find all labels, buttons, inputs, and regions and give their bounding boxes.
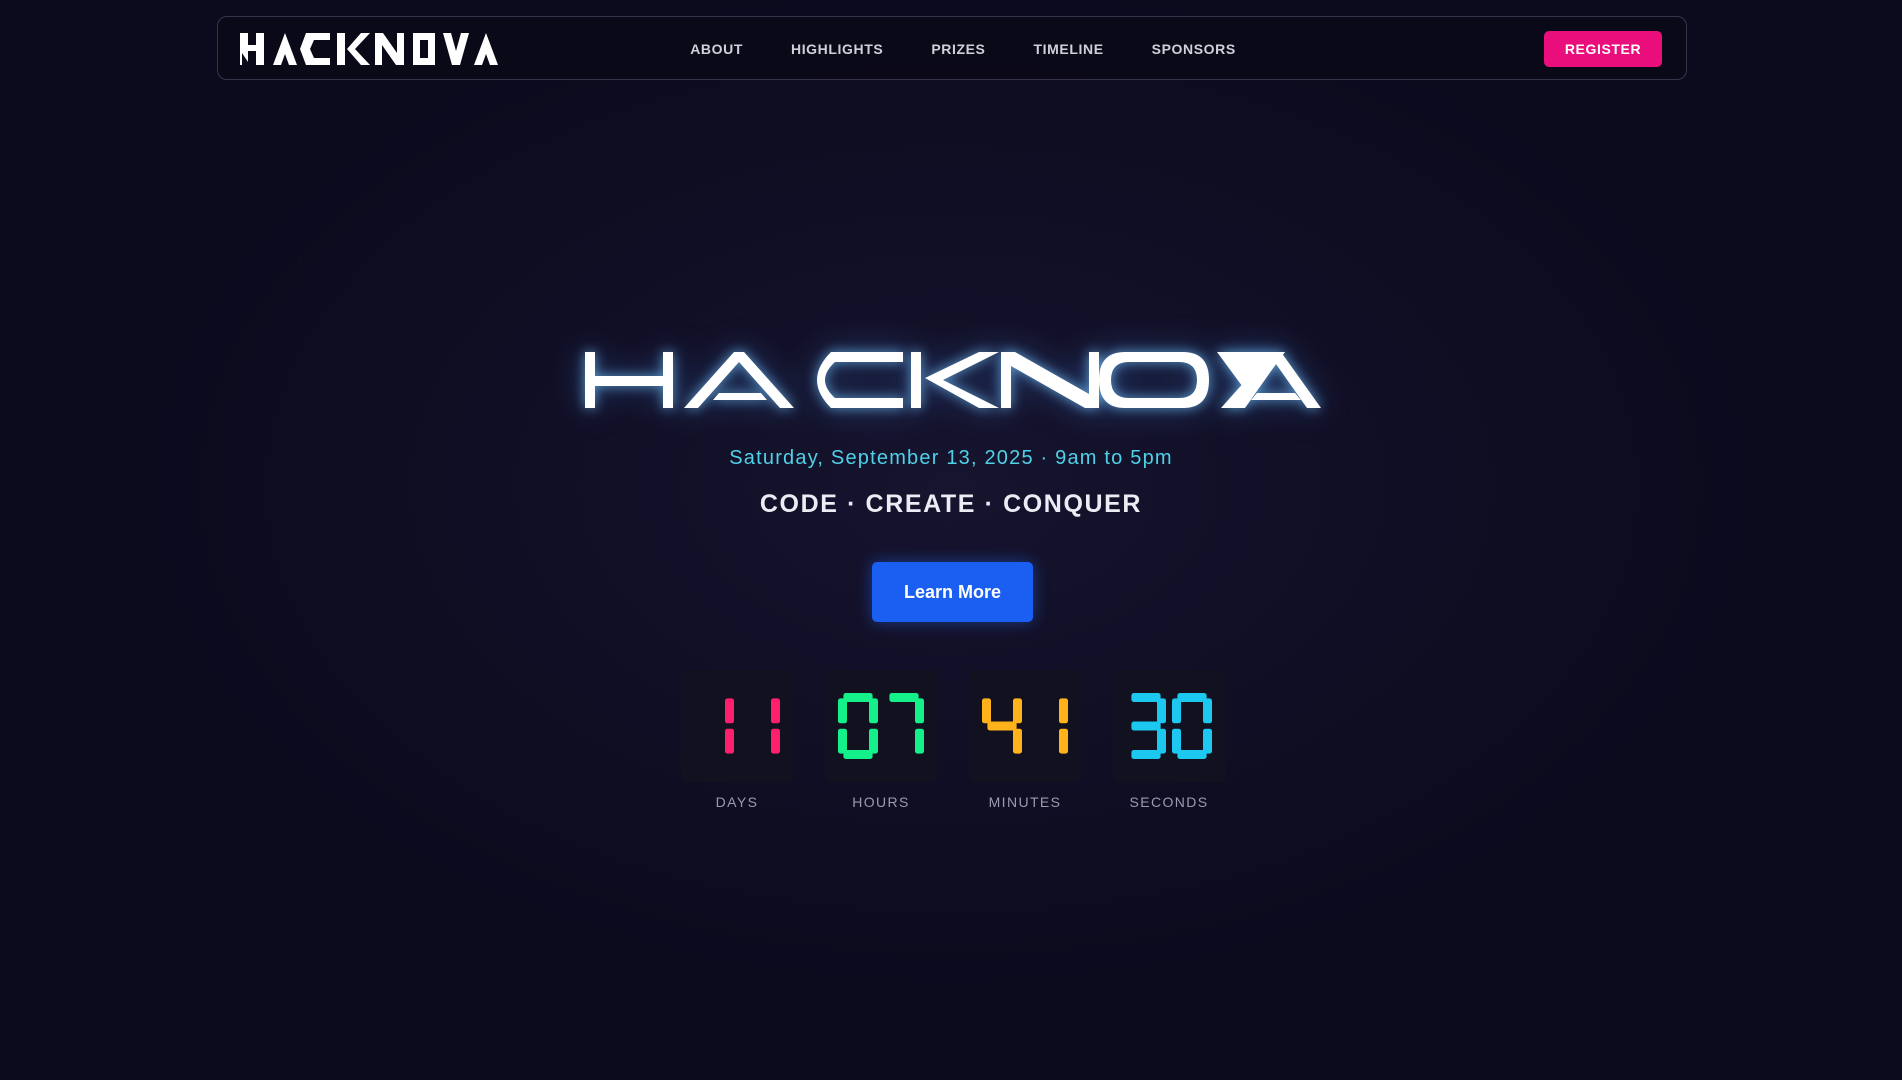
digit-segment bbox=[725, 728, 734, 754]
countdown-hours: HOURS bbox=[824, 670, 938, 810]
digit-segment bbox=[1059, 698, 1068, 724]
countdown-digit bbox=[771, 698, 780, 754]
countdown-seconds-label: SECONDS bbox=[1129, 794, 1209, 810]
digit-segment bbox=[1203, 728, 1212, 754]
digit-segment bbox=[1131, 750, 1161, 759]
countdown-hours-digits bbox=[838, 693, 924, 759]
digit-segment bbox=[1013, 728, 1022, 754]
digit-segment bbox=[1172, 728, 1181, 754]
digit-segment bbox=[889, 693, 919, 702]
countdown-days-value-box bbox=[681, 670, 793, 782]
digit-segment bbox=[982, 698, 991, 724]
countdown-hours-label: HOURS bbox=[852, 794, 910, 810]
nav-link-prizes[interactable]: PRIZES bbox=[931, 41, 985, 57]
countdown-minutes-label: MINUTES bbox=[988, 794, 1062, 810]
digit-segment bbox=[838, 728, 847, 754]
digit-segment bbox=[869, 698, 878, 724]
countdown-digit bbox=[1059, 698, 1068, 754]
countdown-digit bbox=[889, 693, 924, 754]
digit-segment bbox=[1131, 721, 1161, 731]
nav-link-sponsors[interactable]: SPONSORS bbox=[1152, 41, 1236, 57]
digit-segment bbox=[725, 698, 734, 724]
countdown-digit bbox=[982, 698, 1022, 754]
hacknova-logo[interactable] bbox=[240, 29, 498, 69]
countdown-minutes: MINUTES bbox=[968, 670, 1082, 810]
digit-segment bbox=[987, 721, 1017, 731]
countdown-digit bbox=[1172, 693, 1212, 759]
digit-segment bbox=[1172, 698, 1181, 724]
learn-more-button[interactable]: Learn More bbox=[872, 562, 1033, 622]
countdown-digit bbox=[725, 698, 734, 754]
countdown-seconds-digits bbox=[1131, 693, 1212, 759]
digit-segment bbox=[843, 693, 873, 702]
digit-segment bbox=[838, 698, 847, 724]
countdown-minutes-digits bbox=[982, 698, 1068, 754]
countdown-hours-value-box bbox=[825, 670, 937, 782]
digit-segment bbox=[915, 728, 924, 754]
digit-segment bbox=[771, 728, 780, 754]
nav-link-timeline[interactable]: TIMELINE bbox=[1034, 41, 1104, 57]
digit-segment bbox=[1203, 698, 1212, 724]
digit-segment bbox=[771, 698, 780, 724]
countdown-timer: DAYS HOURS MINUTES SECONDS bbox=[680, 670, 1226, 810]
countdown-days-label: DAYS bbox=[715, 794, 759, 810]
digit-segment bbox=[915, 698, 924, 724]
countdown-days-digits bbox=[725, 698, 780, 754]
digit-segment bbox=[1177, 750, 1207, 759]
top-navbar: ABOUT HIGHLIGHTS PRIZES TIMELINE SPONSOR… bbox=[217, 16, 1687, 80]
nav-link-about[interactable]: ABOUT bbox=[690, 41, 743, 57]
nav-link-highlights[interactable]: HIGHLIGHTS bbox=[791, 41, 883, 57]
digit-segment bbox=[843, 750, 873, 759]
countdown-days: DAYS bbox=[680, 670, 794, 810]
digit-segment bbox=[1013, 698, 1022, 724]
countdown-digit bbox=[838, 693, 878, 759]
hero-title bbox=[585, 352, 1321, 408]
digit-segment bbox=[1177, 693, 1207, 702]
digit-segment bbox=[1157, 698, 1166, 724]
register-button[interactable]: REGISTER bbox=[1544, 31, 1662, 67]
digit-segment bbox=[1059, 728, 1068, 754]
starfield-background bbox=[0, 0, 1902, 1080]
countdown-minutes-value-box bbox=[969, 670, 1081, 782]
event-tagline: CODE · CREATE · CONQUER bbox=[759, 490, 1143, 518]
countdown-seconds: SECONDS bbox=[1112, 670, 1226, 810]
digit-segment bbox=[1157, 728, 1166, 754]
digit-segment bbox=[869, 728, 878, 754]
event-date: Saturday, September 13, 2025 · 9am to 5p… bbox=[729, 447, 1173, 469]
digit-segment bbox=[1131, 693, 1161, 702]
countdown-seconds-value-box bbox=[1113, 670, 1225, 782]
countdown-digit bbox=[1131, 693, 1166, 759]
